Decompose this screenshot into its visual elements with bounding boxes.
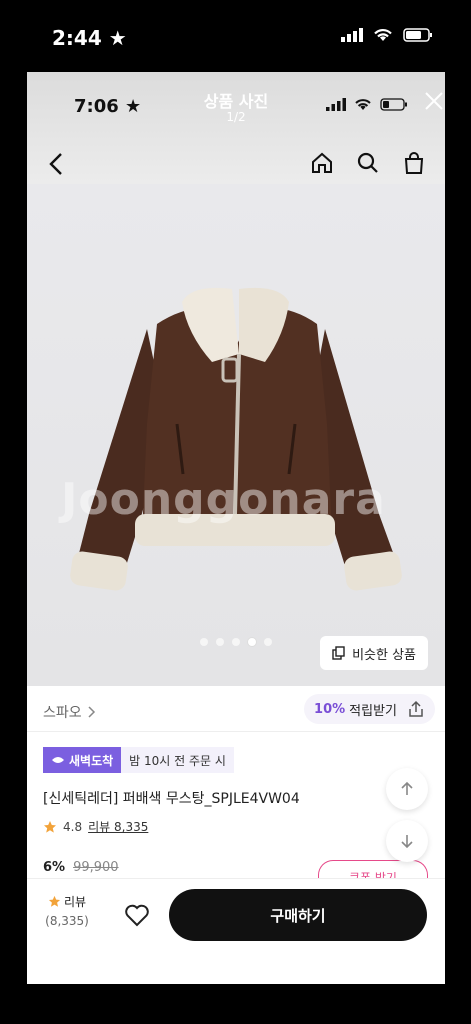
star-icon xyxy=(44,820,56,833)
arrow-up-icon xyxy=(401,781,413,795)
home-icon[interactable] xyxy=(309,150,335,176)
carousel-dot-active[interactable] xyxy=(248,638,256,646)
back-arrow-icon[interactable] xyxy=(43,150,71,178)
brand-row: 스파오 10% 적립받기 xyxy=(27,686,445,732)
close-icon[interactable] xyxy=(423,90,445,112)
watermark: Joonggonara xyxy=(61,474,386,525)
app-frame: 7:06 ★ 상품 사진 1/2 Joonggonara 비슷한 상품 스파오 … xyxy=(27,72,445,984)
scroll-up-button[interactable] xyxy=(386,768,428,810)
heart-icon[interactable] xyxy=(123,901,151,929)
discount-rate: 6% xyxy=(43,860,66,875)
brand-link[interactable]: 스파오 xyxy=(43,702,96,722)
nav-actions xyxy=(309,150,427,176)
product-nav-bar xyxy=(27,144,445,184)
chevron-right-icon xyxy=(88,706,95,718)
carousel-dot[interactable] xyxy=(216,638,224,646)
rating-row: 4.8 리뷰 8,335 xyxy=(43,818,148,835)
wifi-icon xyxy=(374,29,392,41)
product-title: [신세틱레더] 퍼배색 무스탕_SPJLE4VW04 xyxy=(43,791,300,807)
price-row: 6% 99,900 xyxy=(43,860,119,875)
arrow-down-icon xyxy=(401,835,413,849)
original-price: 99,900 xyxy=(73,860,119,875)
similar-products-button[interactable]: 비슷한 상품 xyxy=(320,636,428,670)
carousel-dot[interactable] xyxy=(264,638,272,646)
bottom-action-bar: 리뷰 (8,335) 구매하기 xyxy=(27,878,445,984)
buy-button[interactable]: 구매하기 xyxy=(169,889,427,941)
dawn-delivery-badge: 새벽도착 xyxy=(43,747,122,773)
star-icon xyxy=(48,895,61,907)
review-link[interactable]: 리뷰 8,335 xyxy=(88,818,148,835)
review-count: (8,335) xyxy=(45,914,89,928)
points-percent: 10% xyxy=(314,701,346,717)
product-image[interactable]: Joonggonara xyxy=(27,184,445,686)
battery-icon xyxy=(403,28,432,42)
outer-status-time: 2:44 ★ xyxy=(52,26,127,50)
points-button[interactable]: 10% 적립받기 xyxy=(304,694,435,724)
similar-products-label: 비슷한 상품 xyxy=(352,647,416,663)
outer-status-bar: 2:44 ★ xyxy=(0,0,471,72)
jacket-illustration xyxy=(70,287,402,591)
shopping-bag-icon[interactable] xyxy=(401,150,427,176)
points-label: 적립받기 xyxy=(349,703,397,719)
search-icon[interactable] xyxy=(355,150,381,176)
signal-icon xyxy=(341,28,363,42)
outer-status-icons xyxy=(341,28,433,42)
delivery-badge-row: 새벽도착 밤 10시 전 주문 시 xyxy=(43,747,234,773)
copy-icon xyxy=(332,646,345,660)
review-summary-button[interactable]: 리뷰 (8,335) xyxy=(39,893,95,928)
delivery-icon xyxy=(52,757,64,763)
viewer-overlay-header: 7:06 ★ 상품 사진 1/2 xyxy=(27,72,445,184)
scroll-down-button[interactable] xyxy=(386,820,428,862)
order-cutoff-label: 밤 10시 전 주문 시 xyxy=(121,747,234,773)
viewer-page-counter: 1/2 xyxy=(226,110,246,124)
brand-name: 스파오 xyxy=(43,705,82,721)
review-summary-label: 리뷰 xyxy=(39,893,95,910)
viewer-title: 상품 사진 xyxy=(203,92,269,111)
carousel-dot[interactable] xyxy=(200,638,208,646)
carousel-dot[interactable] xyxy=(232,638,240,646)
rating-value: 4.8 xyxy=(63,819,83,834)
share-icon[interactable] xyxy=(407,700,425,718)
